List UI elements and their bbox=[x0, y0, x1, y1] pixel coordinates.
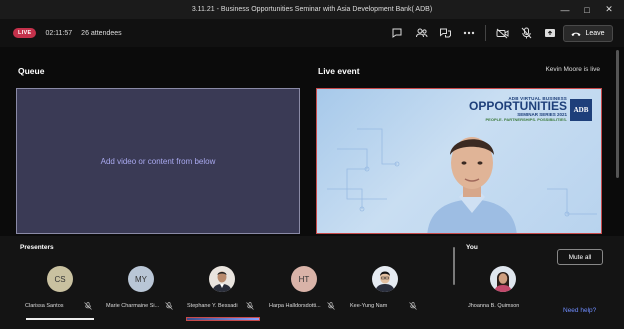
section-divider bbox=[453, 247, 455, 285]
need-help-link[interactable]: Need help? bbox=[563, 307, 596, 314]
avatar-initials: CS bbox=[54, 274, 66, 284]
mic-off-icon[interactable] bbox=[84, 302, 92, 310]
presenter-selected-indicator bbox=[26, 318, 94, 320]
close-icon[interactable]: ✕ bbox=[598, 4, 620, 15]
avatar-initials: HT bbox=[298, 274, 310, 284]
presenter-name: Kee-Yung Nam bbox=[350, 303, 388, 309]
presenter-avatar[interactable]: CS bbox=[47, 266, 73, 292]
presenter-avatar[interactable]: HT bbox=[291, 266, 317, 292]
speaker-video bbox=[427, 137, 517, 233]
more-icon[interactable] bbox=[457, 23, 481, 43]
queue-placeholder: Add video or content from below bbox=[100, 156, 216, 166]
live-event-title: Live event bbox=[318, 66, 360, 76]
leave-label: Leave bbox=[585, 30, 605, 37]
minimize-icon[interactable]: — bbox=[554, 5, 576, 15]
you-title: You bbox=[466, 244, 478, 251]
queue-title: Queue bbox=[18, 66, 45, 76]
chat-icon[interactable] bbox=[385, 23, 409, 43]
presenter-name: Marie Charmaine Si... bbox=[106, 303, 160, 309]
toolbar-divider bbox=[485, 25, 486, 41]
self-photo[interactable] bbox=[490, 266, 516, 292]
adb-banner: ADB VIRTUAL BUSINESS OPPORTUNITIES SEMIN… bbox=[462, 96, 567, 122]
live-badge: LIVE bbox=[13, 28, 37, 38]
presenter-photo[interactable] bbox=[372, 266, 398, 292]
person-photo bbox=[375, 271, 395, 292]
share-icon[interactable] bbox=[538, 23, 562, 43]
window-title: 3.11.21 - Business Opportunities Seminar… bbox=[191, 6, 433, 13]
toolbar-actions bbox=[385, 19, 562, 47]
self-name: Jhoanna B. Quimson bbox=[468, 303, 520, 309]
adb-logo: ADB bbox=[570, 99, 592, 121]
presenter-name: Stephane Y. Bessadi bbox=[187, 303, 238, 309]
presenter-photo[interactable] bbox=[209, 266, 235, 292]
meeting-toolbar: LIVE 02:11:57 26 attendees bbox=[0, 19, 624, 47]
avatar-initials: MY bbox=[135, 274, 147, 284]
presenter-avatar[interactable]: MY bbox=[128, 266, 154, 292]
mic-off-icon[interactable] bbox=[246, 302, 254, 310]
window-controls: — □ ✕ bbox=[554, 0, 620, 19]
maximize-icon[interactable]: □ bbox=[576, 5, 598, 15]
people-icon[interactable] bbox=[409, 23, 433, 43]
attendee-count: 26 attendees bbox=[81, 29, 122, 37]
mic-off-icon[interactable] bbox=[327, 302, 335, 310]
live-status: Kevin Moore is live bbox=[545, 66, 600, 73]
phone-icon bbox=[571, 32, 581, 36]
presenter-name: Harpa Halldorsdotti... bbox=[269, 303, 321, 309]
mic-off-icon[interactable] bbox=[514, 23, 538, 43]
scrollbar[interactable] bbox=[616, 50, 619, 178]
queue-panel[interactable]: Add video or content from below bbox=[16, 88, 300, 234]
mute-all-button[interactable]: Mute all bbox=[557, 249, 603, 265]
camera-off-icon[interactable] bbox=[490, 23, 514, 43]
presenter-name: Clarissa Santos bbox=[25, 303, 64, 309]
presenter-live-indicator bbox=[186, 317, 260, 321]
elapsed-timer: 02:11:57 bbox=[45, 29, 73, 37]
mic-off-icon[interactable] bbox=[165, 302, 173, 310]
mic-off-icon[interactable] bbox=[409, 302, 417, 310]
person-photo bbox=[212, 271, 232, 292]
window-titlebar: 3.11.21 - Business Opportunities Seminar… bbox=[0, 0, 624, 19]
person-photo bbox=[494, 272, 512, 292]
leave-button[interactable]: Leave bbox=[563, 25, 613, 42]
presenters-title: Presenters bbox=[20, 244, 54, 251]
banner-line2: OPPORTUNITIES bbox=[468, 99, 567, 113]
live-event-video[interactable]: ADB VIRTUAL BUSINESS OPPORTUNITIES SEMIN… bbox=[316, 88, 602, 234]
q-and-a-icon[interactable] bbox=[433, 23, 457, 43]
